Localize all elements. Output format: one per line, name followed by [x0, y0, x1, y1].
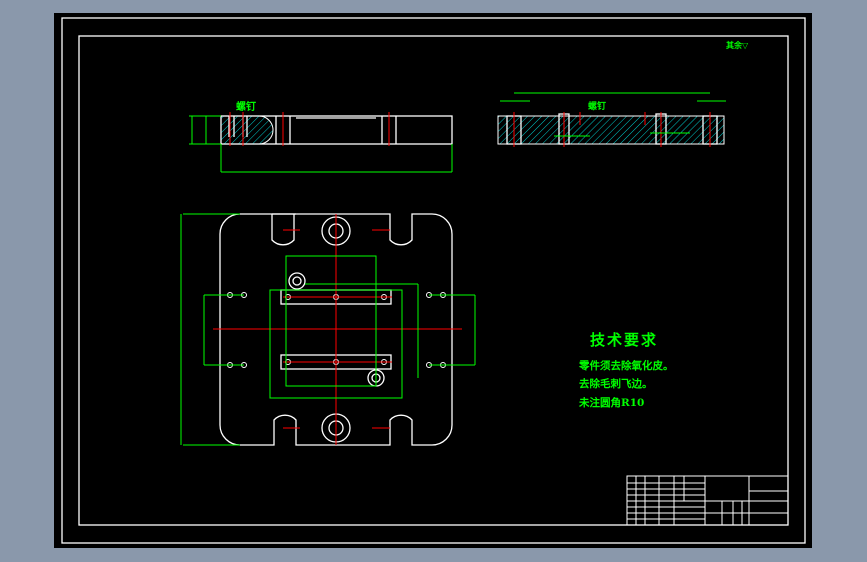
section-label-left: 螺钉 [236, 102, 256, 113]
roughness-note: 其余▽ [726, 40, 749, 50]
technical-requirements-title: 技术要求 [590, 331, 659, 349]
cad-drawing [54, 13, 812, 548]
requirement-item: 去除毛刺飞边。 [579, 378, 653, 390]
section-label-right: 螺钉 [588, 102, 607, 112]
requirement-item: 零件须去除氧化皮。 [579, 360, 674, 372]
requirement-item: 未注圆角R10 [579, 397, 645, 409]
